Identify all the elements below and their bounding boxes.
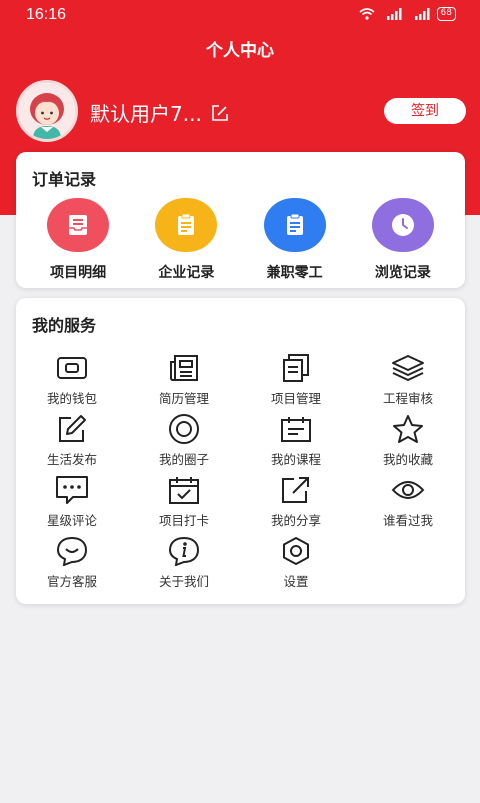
avatar-girl-icon (19, 83, 75, 139)
edit-icon (55, 413, 89, 445)
service-label: 我的圈子 (158, 452, 209, 467)
service-label: 设置 (283, 574, 309, 589)
calendar-icon (279, 413, 313, 445)
username: 默认用户7... (90, 102, 202, 126)
service-settings[interactable]: 设置 (240, 535, 352, 596)
service-label: 星级评论 (46, 513, 97, 528)
order-item-company-records[interactable]: 企业记录 (136, 198, 236, 282)
order-label: 项目明细 (50, 265, 107, 281)
services-title: 我的服务 (32, 316, 97, 335)
service-share[interactable]: 我的分享 (240, 474, 352, 535)
service-review[interactable]: 工程审核 (352, 352, 464, 413)
service-about[interactable]: 关于我们 (128, 535, 240, 596)
service-label: 我的钱包 (46, 391, 97, 406)
service-label: 生活发布 (46, 452, 97, 467)
order-item-browse-history[interactable]: 浏览记录 (353, 198, 453, 282)
service-label: 我的收藏 (382, 452, 433, 467)
order-label: 浏览记录 (374, 265, 431, 281)
signal-icon (414, 8, 430, 20)
service-resume[interactable]: 简历管理 (128, 352, 240, 413)
service-favorites[interactable]: 我的收藏 (352, 413, 464, 474)
avatar[interactable] (16, 80, 78, 142)
order-item-project-details[interactable]: 项目明细 (28, 198, 128, 282)
clipboard-icon (263, 198, 326, 252)
service-circle[interactable]: 我的圈子 (128, 413, 240, 474)
service-checkin[interactable]: 项目打卡 (128, 474, 240, 535)
eye-icon (391, 474, 425, 506)
battery-icon: 68 (436, 7, 456, 21)
clipboard-icon (155, 198, 218, 252)
status-bar: 16:16 68 (0, 0, 480, 30)
service-label: 关于我们 (158, 574, 209, 589)
service-label: 简历管理 (158, 391, 209, 406)
service-projects[interactable]: 项目管理 (240, 352, 352, 413)
service-label: 项目管理 (270, 391, 321, 406)
services-card: 我的服务 我的钱包 简历管理 项目管理 工程审核 生活发布 我的圈子 我的课程 … (16, 298, 465, 604)
status-icons: 68 (359, 7, 456, 21)
copy-icon (279, 352, 313, 384)
orders-title: 订单记录 (32, 170, 97, 189)
signin-button[interactable]: 签到 (384, 98, 466, 124)
service-label: 项目打卡 (158, 513, 209, 528)
info-icon (167, 535, 201, 567)
service-label: 官方客服 (46, 574, 97, 589)
service-support[interactable]: 官方客服 (16, 535, 128, 596)
status-time: 16:16 (26, 6, 67, 23)
orders-card: 订单记录 项目明细 企业记录 兼职零工 浏览记录 (16, 152, 465, 288)
orders-list: 项目明细 企业记录 兼职零工 浏览记录 (16, 198, 465, 282)
username-row[interactable]: 默认用户7... (90, 98, 230, 127)
calendar-check-icon (167, 474, 201, 506)
services-grid: 我的钱包 简历管理 项目管理 工程审核 生活发布 我的圈子 我的课程 我的收藏 … (16, 352, 465, 596)
service-label: 我的分享 (270, 513, 321, 528)
wifi-icon (359, 8, 375, 20)
chat-smile-icon (55, 535, 89, 567)
comment-icon (55, 474, 89, 506)
page-title: 个人中心 (206, 41, 274, 61)
inbox-icon (47, 198, 110, 252)
star-icon (391, 413, 425, 445)
service-label: 工程审核 (382, 391, 433, 406)
order-label: 企业记录 (158, 265, 215, 281)
service-label: 谁看过我 (382, 513, 433, 528)
signal-icon (386, 8, 402, 20)
service-visitors[interactable]: 谁看过我 (352, 474, 464, 535)
service-courses[interactable]: 我的课程 (240, 413, 352, 474)
service-label: 我的课程 (270, 452, 321, 467)
share-icon (279, 474, 313, 506)
service-comments[interactable]: 星级评论 (16, 474, 128, 535)
settings-icon (279, 535, 313, 567)
service-wallet[interactable]: 我的钱包 (16, 352, 128, 413)
order-label: 兼职零工 (266, 265, 323, 281)
service-post[interactable]: 生活发布 (16, 413, 128, 474)
profile-section: 默认用户7... 签到 (16, 80, 466, 142)
circle-icon (167, 413, 201, 445)
layers-icon (391, 352, 425, 384)
wallet-icon (55, 352, 89, 384)
clock-icon (371, 198, 434, 252)
newspaper-icon (167, 352, 201, 384)
order-item-part-time[interactable]: 兼职零工 (245, 198, 345, 282)
edit-profile-icon[interactable] (210, 103, 230, 123)
